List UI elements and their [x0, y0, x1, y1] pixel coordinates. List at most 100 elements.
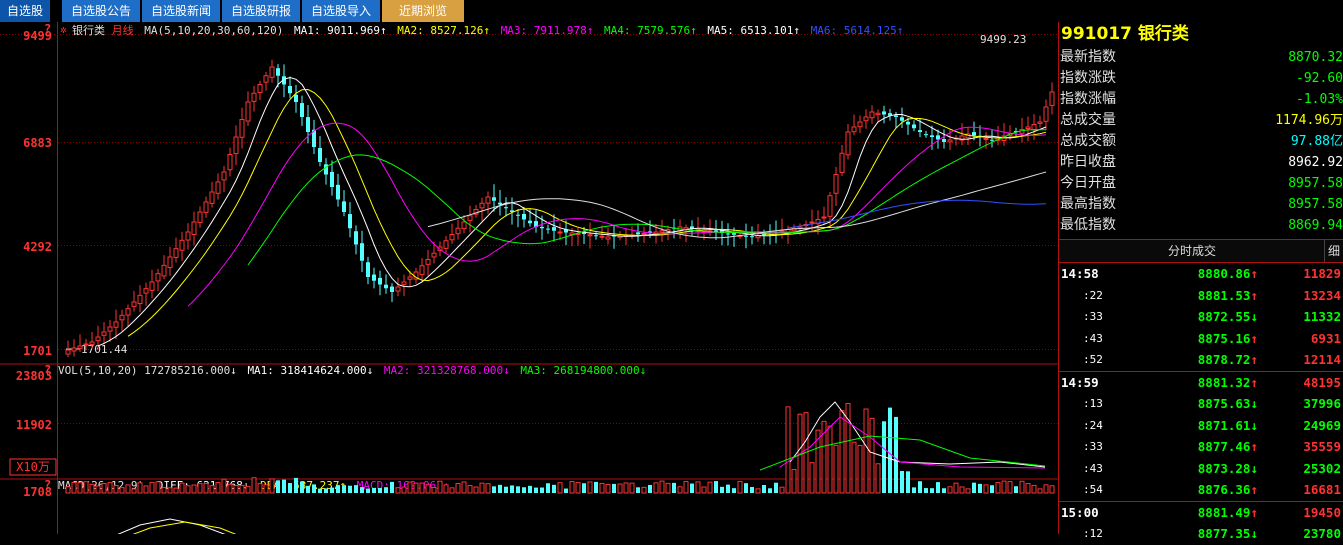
- volume-bar: [324, 488, 328, 493]
- gear-icon[interactable]: ✲: [60, 23, 67, 36]
- trades-header: 分时成交 细: [1059, 239, 1343, 263]
- volume-ma-layer: [759, 401, 1046, 471]
- candle-body: [407, 276, 413, 280]
- trade-row: 15:00 8881.49↑ 19450: [1059, 500, 1343, 524]
- volume-bar: [1037, 488, 1043, 494]
- candle-body: [221, 171, 227, 181]
- candle-body: [125, 308, 131, 316]
- candle-body: [869, 111, 875, 119]
- candle-body: [851, 126, 857, 133]
- candles-layer: [65, 59, 1055, 357]
- top-tab-bar: 自选股 自选股公告 自选股新闻 自选股研报 自选股导入 近期浏览: [0, 0, 1343, 22]
- trade-time: :33: [1083, 310, 1103, 323]
- trade-row: :24 8871.61↓ 24969: [1059, 415, 1343, 437]
- quote-label: 指数涨跌: [1060, 70, 1116, 86]
- candle-body: [641, 233, 647, 235]
- volume-bar: [839, 410, 845, 494]
- trades-title: 分时成交: [1167, 244, 1216, 258]
- ma5-label: MA5: 6513.101↑: [707, 24, 800, 37]
- volume-bar: [395, 487, 401, 494]
- macd-dea-line: [100, 521, 264, 545]
- volume-bar: [203, 483, 209, 494]
- ma-set-label: MA(5,10,20,30,60,120): [144, 24, 283, 37]
- tab-watchlist-import[interactable]: 自选股导入: [302, 0, 380, 22]
- quote-row: 最新指数 8870.32: [1059, 47, 1343, 68]
- volume-bar: [467, 485, 473, 494]
- candle-body: [912, 124, 916, 129]
- volume-bar: [869, 417, 875, 494]
- candle-body: [191, 221, 197, 236]
- kline-chart-area[interactable]: 9499 6883 4292 1701 23803 11902 X10万 170…: [0, 22, 1058, 545]
- volume-bar: [437, 480, 443, 494]
- volume-bar: [720, 486, 724, 493]
- trade-row: 14:58 8880.86↑ 11829: [1059, 263, 1343, 285]
- candle-body: [552, 227, 556, 231]
- volume-bar: [1031, 484, 1037, 494]
- tab-watchlist[interactable]: 自选股: [0, 0, 50, 22]
- volume-bar: [1049, 485, 1055, 494]
- candle-body: [143, 288, 149, 294]
- volume-bar: [179, 482, 185, 494]
- volume-bar: [95, 485, 101, 494]
- volume-bar: [407, 481, 413, 494]
- candle-body: [77, 345, 83, 349]
- volume-bar: [510, 485, 514, 493]
- volume-bar: [888, 407, 892, 493]
- macd-settings-icon[interactable]: ?: [44, 478, 51, 492]
- volume-bar: [239, 484, 245, 494]
- candle-body: [1037, 121, 1043, 124]
- volume-bar: [390, 481, 394, 493]
- trade-price: 8881.53↑: [1197, 287, 1258, 303]
- volume-bar: [785, 406, 791, 494]
- candle-body: [479, 202, 485, 209]
- volume-bar: [936, 482, 940, 493]
- arrow-up-icon: ↑: [1250, 330, 1258, 346]
- trade-volume: 11332: [1303, 309, 1341, 324]
- arrow-up-icon: ↑: [1250, 504, 1258, 520]
- candle-body: [89, 341, 95, 345]
- candle-body: [863, 116, 869, 122]
- candle-body: [990, 139, 994, 141]
- volume-bar: [306, 485, 310, 493]
- trade-time: 15:00: [1061, 504, 1099, 520]
- tab-watchlist-research[interactable]: 自选股研报: [222, 0, 300, 22]
- volume-bar: [312, 484, 316, 493]
- quote-title: 991017 银行类: [1059, 22, 1343, 47]
- main-header: 银行类 月线 MA(5,10,20,30,60,120) MA1: 9011.9…: [72, 23, 903, 37]
- volume-bar: [629, 482, 635, 494]
- candle-body: [65, 349, 71, 355]
- kline-chart-svg[interactable]: 9499 6883 4292 1701 23803 11902 X10万 170…: [0, 22, 1058, 545]
- candle-body: [546, 228, 550, 230]
- volume-bar: [366, 488, 370, 493]
- vol-settings-icon[interactable]: ?: [44, 363, 51, 377]
- trade-time: :24: [1083, 418, 1103, 432]
- trade-volume: 19450: [1303, 504, 1341, 520]
- volume-bar: [918, 481, 922, 493]
- candle-body: [839, 152, 845, 173]
- volume-bar: [648, 484, 652, 493]
- tab-recent-browse[interactable]: 近期浏览: [382, 0, 464, 22]
- volume-bar: [263, 484, 269, 494]
- volume-bar: [71, 482, 77, 494]
- candle-body: [239, 119, 245, 138]
- volume-bar: [473, 486, 479, 494]
- arrow-down-icon: ↓: [1250, 417, 1258, 433]
- volume-bar: [360, 487, 364, 493]
- volume-bar: [1043, 484, 1049, 494]
- settings-icon[interactable]: ?: [44, 22, 51, 36]
- quote-row: 总成交额 97.88亿: [1059, 131, 1343, 152]
- volume-bar: [617, 483, 623, 494]
- quote-value: 1174.96万: [1275, 113, 1343, 128]
- volume-bar: [413, 482, 419, 494]
- trade-price: 8873.28↓: [1197, 460, 1258, 476]
- tab-watchlist-announcements[interactable]: 自选股公告: [62, 0, 140, 22]
- trades-detail-button[interactable]: 细: [1324, 240, 1343, 262]
- trades-list[interactable]: 14:58 8880.86↑ 11829:22 8881.53↑ 13234:33 887…: [1059, 263, 1343, 545]
- volume-bar: [185, 485, 191, 494]
- quote-value: -1.03%: [1296, 92, 1343, 107]
- candle-body: [528, 220, 532, 224]
- tab-watchlist-news[interactable]: 自选股新闻: [142, 0, 220, 22]
- volume-bar: [774, 482, 778, 493]
- candle-body: [269, 66, 275, 78]
- volume-bar: [546, 483, 550, 493]
